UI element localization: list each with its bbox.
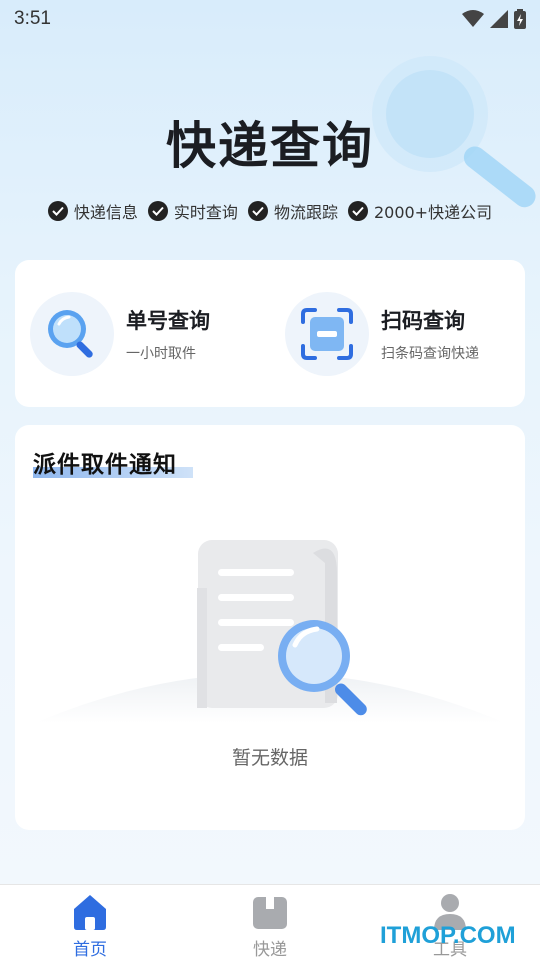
home-icon: [74, 895, 106, 930]
scan-query-button[interactable]: 扫码查询 扫条码查询快递: [270, 291, 525, 376]
scan-icon: [285, 291, 369, 376]
package-icon: [253, 897, 287, 929]
tab-home-label: 首页: [73, 940, 107, 960]
feature-item: 快递信息: [47, 199, 138, 223]
search-icon: [30, 291, 114, 376]
signal-icon: [490, 10, 508, 28]
feature-label: 快递信息: [73, 203, 138, 222]
status-time: 3:51: [14, 8, 51, 29]
check-icon: [47, 201, 68, 221]
feature-list: 快递信息 实时查询 物流跟踪 2000+快递公司: [0, 199, 540, 223]
tab-express[interactable]: 快递: [180, 885, 360, 960]
feature-label: 2000+快递公司: [373, 203, 493, 222]
watermark-text: ITMOP.COM: [380, 922, 516, 949]
empty-document-icon: [35, 540, 505, 723]
number-query-button[interactable]: 单号查询 一小时取件: [15, 291, 270, 376]
feature-item: 物流跟踪: [247, 199, 338, 223]
check-icon: [247, 201, 268, 221]
wifi-icon: [462, 10, 484, 27]
scan-query-subtitle: 扫条码查询快递: [381, 345, 479, 362]
query-card: 单号查询 一小时取件 扫码查询 扫条码查询快递: [15, 260, 525, 407]
section-title: 派件取件通知: [33, 452, 177, 478]
check-icon: [347, 201, 368, 221]
battery-icon: [514, 9, 526, 29]
number-query-subtitle: 一小时取件: [126, 345, 196, 362]
empty-state-text: 暂无数据: [231, 747, 308, 769]
feature-label: 实时查询: [173, 203, 238, 222]
number-query-title: 单号查询: [126, 308, 210, 333]
status-bar: 3:51: [0, 0, 540, 38]
feature-label: 物流跟踪: [273, 203, 338, 222]
scan-query-title: 扫码查询: [381, 308, 465, 333]
feature-item: 2000+快递公司: [347, 199, 493, 223]
notice-card: 派件取件通知 暂无数据: [15, 425, 525, 830]
system-icons: [462, 9, 526, 29]
page-title: 快递查询: [166, 117, 374, 175]
feature-item: 实时查询: [147, 199, 238, 223]
tab-home[interactable]: 首页: [0, 885, 180, 960]
check-icon: [147, 201, 168, 221]
tab-express-label: 快递: [253, 940, 287, 960]
